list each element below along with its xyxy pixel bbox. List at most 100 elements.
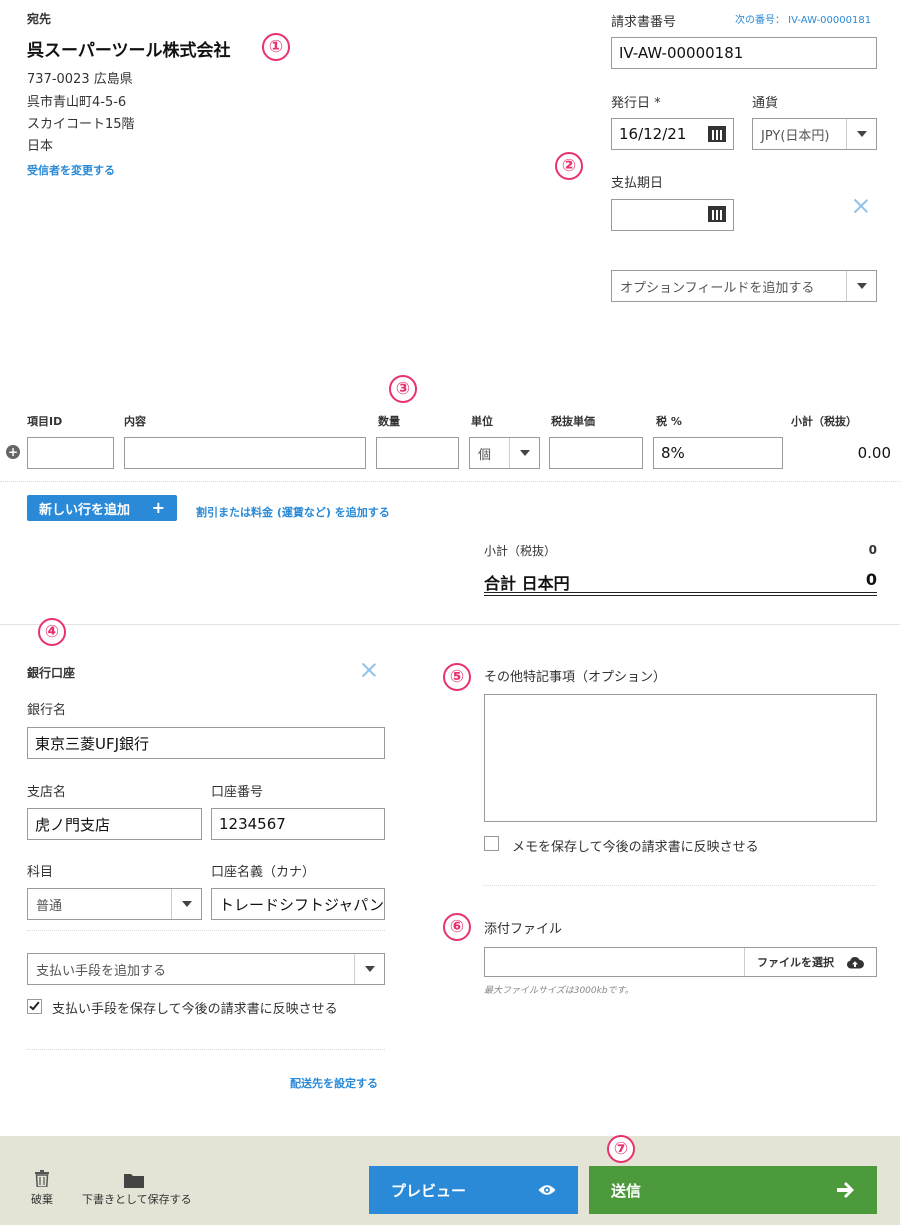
account-holder-input[interactable]: トレードシフトジャパン bbox=[211, 888, 385, 920]
quantity-input[interactable] bbox=[376, 437, 459, 469]
marker-1: ① bbox=[262, 33, 290, 61]
choose-file-button[interactable]: ファイルを選択 bbox=[744, 948, 876, 976]
issue-date-value: 16/12/21 bbox=[619, 125, 687, 143]
account-type-select[interactable]: 普通 bbox=[27, 888, 202, 920]
totals-subtotal-value: 0 bbox=[868, 543, 877, 557]
choose-file-label: ファイルを選択 bbox=[757, 956, 834, 969]
currency-value: JPY(日本円) bbox=[761, 128, 830, 144]
header-unit-price: 税抜単価 bbox=[551, 415, 595, 428]
send-label: 送信 bbox=[611, 1181, 642, 1200]
section-divider bbox=[0, 624, 900, 625]
recipient-company: 呉スーパーツール株式会社 bbox=[27, 41, 231, 61]
add-row-button[interactable]: 新しい行を追加 + bbox=[27, 495, 177, 521]
totals-total-label: 合計 日本円 bbox=[484, 574, 570, 593]
unit-value: 個 bbox=[478, 447, 492, 463]
trash-icon bbox=[35, 1170, 49, 1187]
marker-7: ⑦ bbox=[607, 1135, 635, 1163]
chevron-down-icon bbox=[354, 954, 384, 984]
set-shipping-link[interactable]: 配送先を設定する bbox=[290, 1075, 378, 1091]
discard-button[interactable]: 破棄 bbox=[27, 1170, 57, 1207]
unit-select[interactable]: 個 bbox=[469, 437, 540, 469]
divider bbox=[0, 481, 900, 482]
account-number-input[interactable]: 1234567 bbox=[211, 808, 385, 840]
divider bbox=[484, 885, 877, 886]
chevron-down-icon bbox=[509, 438, 539, 468]
account-type-value: 普通 bbox=[36, 898, 63, 914]
recipient-address-line3: スカイコート15階 bbox=[27, 117, 135, 132]
header-item-id: 項目ID bbox=[27, 415, 63, 428]
optional-field-value: オプションフィールドを追加する bbox=[620, 280, 815, 296]
invoice-number-input[interactable]: IV-AW-00000181 bbox=[611, 37, 877, 69]
save-draft-button[interactable]: 下書きとして保存する bbox=[82, 1173, 192, 1207]
divider bbox=[27, 930, 385, 931]
header-tax: 税 % bbox=[656, 415, 682, 428]
divider bbox=[27, 1049, 385, 1050]
totals-subtotal-label: 小計（税抜） bbox=[484, 544, 557, 558]
attachment-hint: 最大ファイルサイズは3000kbです。 bbox=[484, 986, 634, 996]
marker-2: ② bbox=[555, 152, 583, 180]
marker-3: ③ bbox=[389, 375, 417, 403]
cloud-upload-icon bbox=[846, 956, 864, 968]
branch-label: 支店名 bbox=[27, 785, 67, 800]
add-payment-method-select[interactable]: 支払い手段を追加する bbox=[27, 953, 385, 985]
unit-price-input[interactable] bbox=[549, 437, 643, 469]
marker-4: ④ bbox=[38, 618, 66, 646]
change-recipient-link[interactable]: 受信者を変更する bbox=[27, 162, 115, 178]
plus-icon: + bbox=[151, 498, 165, 517]
currency-label: 通貨 bbox=[752, 96, 779, 111]
save-payment-label: 支払い手段を保存して今後の請求書に反映させる bbox=[52, 1002, 338, 1017]
header-description: 内容 bbox=[124, 415, 146, 428]
bank-name-input[interactable]: 東京三菱UFJ銀行 bbox=[27, 727, 385, 759]
bank-heading: 銀行口座 bbox=[27, 666, 76, 680]
tax-input[interactable]: 8% bbox=[653, 437, 783, 469]
save-notes-label: メモを保存して今後の請求書に反映させる bbox=[512, 840, 759, 855]
save-notes-checkbox[interactable] bbox=[484, 836, 499, 851]
attachment-label: 添付ファイル bbox=[484, 922, 563, 937]
recipient-address-line1: 737-0023 広島県 bbox=[27, 72, 133, 87]
recipient-country: 日本 bbox=[27, 139, 54, 154]
discard-label: 破棄 bbox=[31, 1193, 53, 1206]
next-number-link[interactable]: 次の番号： IV-AW-00000181 bbox=[735, 11, 871, 26]
send-button[interactable]: 送信 bbox=[589, 1166, 877, 1214]
header-quantity: 数量 bbox=[378, 415, 400, 428]
add-discount-link[interactable]: 割引または料金 (運賃など) を追加する bbox=[196, 504, 390, 520]
clear-due-date-icon[interactable] bbox=[853, 198, 869, 214]
bank-name-label: 銀行名 bbox=[27, 703, 67, 718]
attachment-field[interactable]: ファイルを選択 bbox=[484, 947, 877, 977]
notes-textarea[interactable] bbox=[484, 694, 877, 822]
row-subtotal: 0.00 bbox=[857, 444, 891, 462]
currency-select[interactable]: JPY(日本円) bbox=[752, 118, 877, 150]
preview-label: プレビュー bbox=[391, 1181, 467, 1200]
remove-bank-icon[interactable] bbox=[361, 662, 377, 678]
account-holder-label: 口座名義（カナ） bbox=[211, 865, 316, 880]
due-date-label: 支払期日 bbox=[611, 176, 664, 191]
calendar-icon[interactable] bbox=[708, 126, 726, 142]
optional-field-select[interactable]: オプションフィールドを追加する bbox=[611, 270, 877, 302]
arrow-right-icon bbox=[837, 1182, 854, 1198]
add-row-label: 新しい行を追加 bbox=[39, 502, 131, 518]
totals-total-value: 0 bbox=[865, 570, 877, 589]
calendar-icon[interactable] bbox=[708, 206, 726, 222]
description-input[interactable] bbox=[124, 437, 366, 469]
item-id-input[interactable] bbox=[27, 437, 114, 469]
invoice-number-label: 請求書番号 bbox=[611, 15, 677, 30]
marker-6: ⑥ bbox=[443, 913, 471, 941]
account-number-label: 口座番号 bbox=[211, 785, 264, 800]
save-draft-label: 下書きとして保存する bbox=[82, 1193, 192, 1206]
add-row-plus-icon[interactable]: + bbox=[6, 445, 20, 459]
account-type-label: 科目 bbox=[27, 865, 54, 880]
folder-icon bbox=[124, 1174, 144, 1188]
branch-input[interactable]: 虎ノ門支店 bbox=[27, 808, 202, 840]
header-unit: 単位 bbox=[471, 415, 493, 428]
recipient-heading: 宛先 bbox=[27, 12, 52, 26]
add-payment-method-value: 支払い手段を追加する bbox=[36, 963, 167, 979]
header-subtotal: 小計（税抜） bbox=[791, 415, 857, 428]
issue-date-label: 発行日 * bbox=[611, 96, 661, 111]
notes-label: その他特記事項（オプション） bbox=[484, 670, 667, 685]
eye-icon bbox=[538, 1185, 556, 1195]
save-payment-checkbox[interactable] bbox=[27, 999, 42, 1014]
preview-button[interactable]: プレビュー bbox=[369, 1166, 578, 1214]
recipient-address-line2: 呉市青山町4-5-6 bbox=[27, 95, 127, 110]
total-double-underline bbox=[484, 592, 877, 596]
chevron-down-icon bbox=[846, 119, 876, 149]
